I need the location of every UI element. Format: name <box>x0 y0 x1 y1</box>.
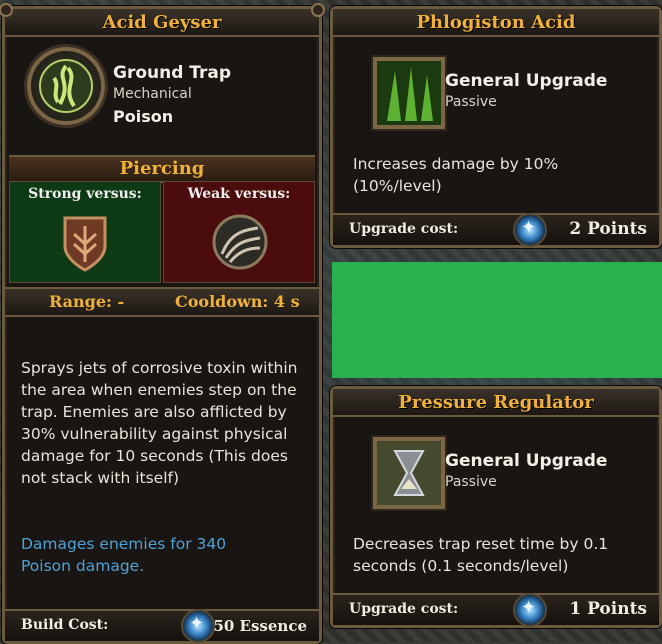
damage-type: Piercing <box>119 158 205 179</box>
upgrade-cost-bar: Upgrade cost: 2 Points <box>333 213 659 247</box>
weak-label: Weak versus: <box>187 186 291 202</box>
range-stat: Range: - <box>49 292 125 311</box>
build-cost-bar: Build Cost: 50 Essence <box>5 609 319 643</box>
upgrade-title-bar: Phlogiston Acid <box>333 9 659 37</box>
upgrade-description: Decreases trap reset time by 0.1 seconds… <box>353 535 609 575</box>
upgrade-cost-label: Upgrade cost: <box>349 601 459 617</box>
upgrade-title: Pressure Regulator <box>398 391 594 413</box>
stats-bar: Range: - Cooldown: 4 s <box>5 287 319 317</box>
upgrade-kind: General Upgrade <box>445 71 608 91</box>
hourglass-upgrade-icon <box>373 437 445 509</box>
green-acid-upgrade-icon <box>373 57 445 129</box>
acid-geyser-icon <box>27 47 105 125</box>
upgrade-cost-value: 1 Points <box>569 599 647 619</box>
build-cost-value: 50 Essence <box>213 617 307 635</box>
trap-element: Poison <box>113 107 174 126</box>
upgrade-cost-value: 2 Points <box>569 219 647 239</box>
upgrade-kind: General Upgrade <box>445 451 608 471</box>
trap-type-sub: Mechanical <box>113 86 192 102</box>
essence-crystal-icon <box>513 593 547 627</box>
trap-description: Sprays jets of corrosive toxin within th… <box>21 359 298 487</box>
damage-type-bar: Piercing <box>9 155 315 183</box>
upgrade-title: Phlogiston Acid <box>416 11 576 33</box>
cooldown-stat: Cooldown: 4 s <box>175 292 300 311</box>
weak-versus-panel: Weak versus: <box>163 181 315 283</box>
upgrade-sub: Passive <box>445 474 497 490</box>
upgrade-cost-label: Upgrade cost: <box>349 221 459 237</box>
upgrade-tooltip-2: Pressure Regulator General Upgrade Passi… <box>330 386 662 628</box>
build-cost-label: Build Cost: <box>21 617 109 633</box>
trap-title: Acid Geyser <box>102 11 222 33</box>
upgrade-description: Increases damage by 10% (10%/level) <box>353 155 559 195</box>
clawed-creature-icon <box>210 212 270 276</box>
green-placeholder-block <box>332 262 662 378</box>
trap-type-name: Ground Trap <box>113 63 232 83</box>
trap-damage-text: Damages enemies for 340 Poison damage. <box>21 535 227 575</box>
ornament-bolt <box>311 3 325 17</box>
strong-versus-panel: Strong versus: <box>9 181 161 283</box>
strong-label: Strong versus: <box>28 186 142 202</box>
armored-shield-icon <box>60 212 110 278</box>
upgrade-tooltip-1: Phlogiston Acid General Upgrade Passive … <box>330 6 662 248</box>
upgrade-title-bar: Pressure Regulator <box>333 389 659 417</box>
trap-title-bar: Acid Geyser <box>5 9 319 37</box>
trap-tooltip: Acid Geyser Ground Trap Mechanical Poiso… <box>0 3 325 644</box>
essence-crystal-icon <box>513 213 547 247</box>
upgrade-sub: Passive <box>445 94 497 110</box>
upgrade-cost-bar: Upgrade cost: 1 Points <box>333 593 659 627</box>
essence-crystal-icon <box>181 609 215 643</box>
